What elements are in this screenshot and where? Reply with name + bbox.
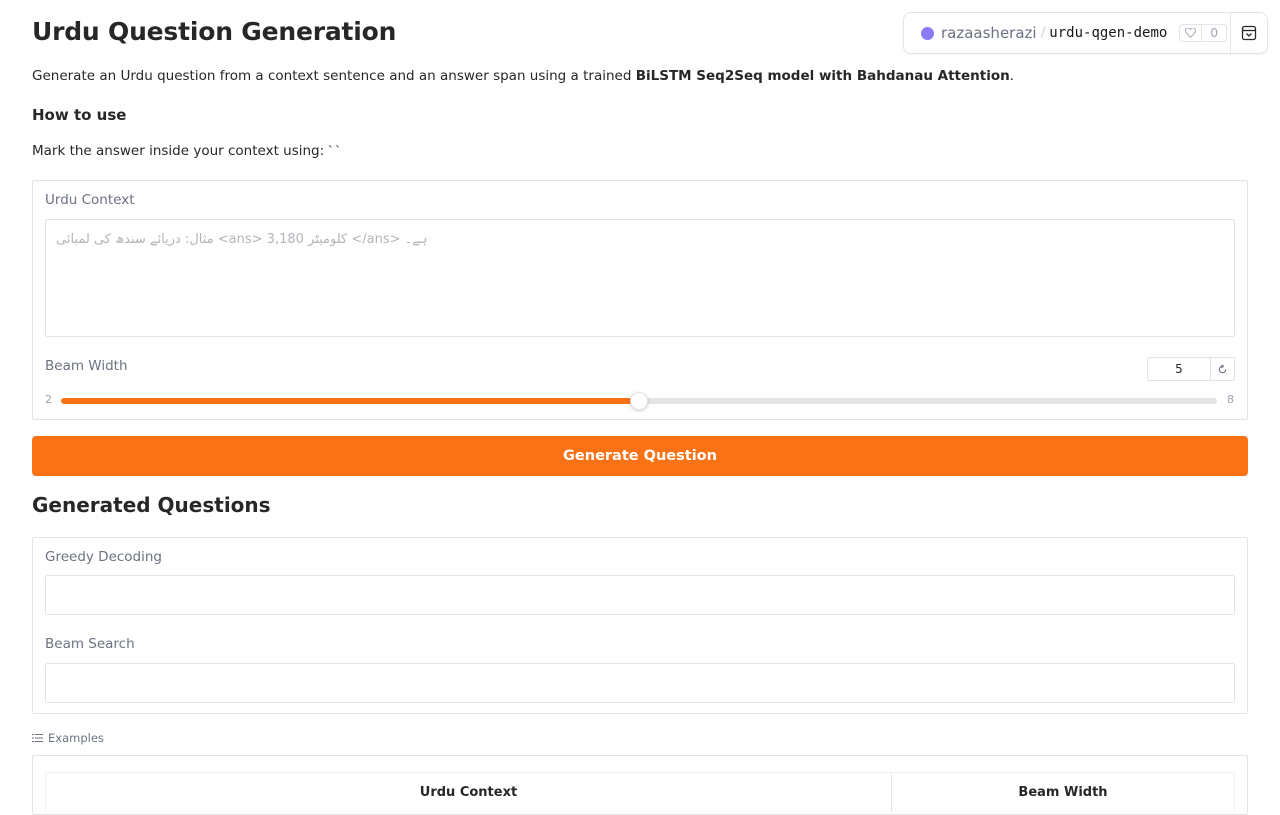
instruction-text: Mark the answer inside your context usin…: [32, 143, 325, 159]
like-button[interactable]: 0: [1179, 24, 1227, 42]
beam-width-slider[interactable]: [61, 392, 1217, 410]
instruction-code: ``: [327, 144, 342, 158]
collapse-icon[interactable]: [1241, 25, 1257, 41]
beam-min-label: 2: [45, 393, 52, 406]
examples-label: Examples: [48, 731, 104, 745]
examples-panel: Urdu Context Beam Width: [32, 755, 1248, 815]
description-end: .: [1009, 68, 1015, 84]
heart-icon: [1180, 25, 1203, 41]
space-owner-link[interactable]: razaasherazi: [941, 24, 1037, 42]
context-placeholder: مثال: دریائے سندھ کی لمبائی <ans> 3,180 …: [56, 232, 428, 247]
space-repo-link[interactable]: urdu-qgen-demo: [1049, 25, 1167, 41]
page-description: Generate an Urdu question from a context…: [32, 68, 1014, 84]
avatar: [921, 26, 934, 40]
greedy-label: Greedy Decoding: [45, 549, 163, 565]
examples-toggle[interactable]: Examples: [32, 731, 104, 745]
beam-width-input[interactable]: 5: [1147, 357, 1211, 381]
list-icon: [32, 734, 43, 742]
reset-icon[interactable]: [1210, 357, 1235, 381]
beam-search-label: Beam Search: [45, 636, 135, 652]
context-label: Urdu Context: [45, 192, 135, 208]
generated-questions-heading: Generated Questions: [32, 493, 271, 517]
examples-table: Urdu Context Beam Width: [45, 772, 1235, 812]
reset-icon-glyph: [1218, 363, 1226, 373]
description-model: BiLSTM Seq2Seq model with Bahdanau Atten…: [635, 68, 1010, 84]
beam-max-label: 8: [1227, 393, 1234, 406]
examples-column-context: Urdu Context: [46, 773, 892, 812]
space-separator: /: [1040, 25, 1046, 41]
slider-fill: [61, 398, 639, 404]
input-panel: Urdu Context مثال: دریائے سندھ کی لمبائی…: [32, 180, 1248, 420]
examples-column-beam: Beam Width: [1018, 785, 1108, 800]
page-title: Urdu Question Generation: [32, 17, 397, 46]
slider-thumb[interactable]: [630, 392, 648, 410]
howto-instruction: Mark the answer inside your context usin…: [32, 143, 342, 159]
howto-heading: How to use: [32, 106, 127, 124]
like-count: 0: [1210, 26, 1218, 40]
output-panel: Greedy Decoding Beam Search: [32, 537, 1248, 714]
space-badge: razaasherazi / urdu-qgen-demo 0: [903, 12, 1268, 54]
description-text: Generate an Urdu question from a context…: [32, 68, 636, 84]
generate-question-button[interactable]: Generate Question: [32, 436, 1248, 476]
beam-search-output[interactable]: [45, 663, 1235, 703]
beam-width-label: Beam Width: [45, 358, 128, 374]
context-textarea[interactable]: مثال: دریائے سندھ کی لمبائی <ans> 3,180 …: [45, 219, 1235, 337]
greedy-output[interactable]: [45, 575, 1235, 615]
badge-divider: [1230, 13, 1231, 53]
